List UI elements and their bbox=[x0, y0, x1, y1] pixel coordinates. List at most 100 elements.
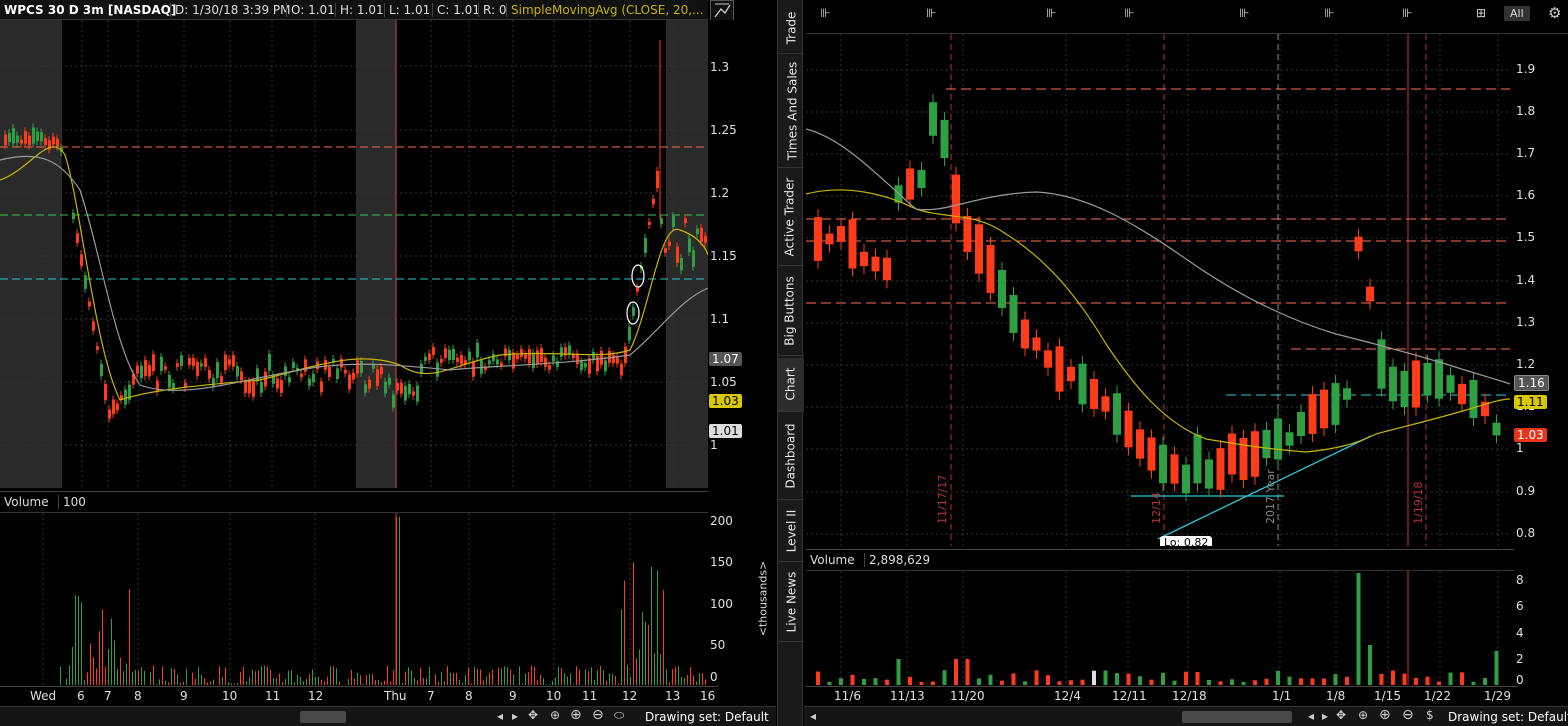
volume-bar bbox=[141, 667, 142, 685]
volume-bar bbox=[282, 681, 283, 685]
right-price-axis[interactable]: 1.9 1.8 1.7 1.6 1.5 1.4 1.3 1.2 1.1 1 0.… bbox=[1510, 34, 1568, 546]
volume-bar bbox=[459, 679, 460, 685]
volume-bar bbox=[1483, 678, 1487, 685]
volume-bar bbox=[447, 666, 448, 685]
tab-big-buttons[interactable]: Big Buttons bbox=[778, 268, 804, 356]
price-candle bbox=[348, 374, 351, 390]
price-candle bbox=[883, 257, 891, 281]
volume-bar bbox=[862, 678, 866, 685]
volume-bar bbox=[1322, 678, 1326, 685]
price-candle bbox=[412, 391, 415, 396]
right-time-axis[interactable]: 11/6 11/13 11/20 12/4 12/11 12/18 1/1 1/… bbox=[806, 686, 1518, 706]
volume-bar bbox=[87, 672, 88, 685]
price-type-icon[interactable]: $ bbox=[1426, 708, 1434, 722]
price-candle bbox=[692, 250, 695, 267]
price-candle bbox=[36, 131, 39, 141]
time-tick: 1/8 bbox=[1326, 689, 1346, 703]
volume-bar bbox=[309, 674, 310, 685]
scroll-left-icon[interactable]: ◂ bbox=[810, 709, 816, 723]
left-time-axis[interactable]: Wed 6 7 8 9 10 11 12 Thu 7 8 9 10 11 12 … bbox=[0, 686, 718, 706]
volume-bar bbox=[468, 667, 469, 685]
price-tick: 1.8 bbox=[1516, 104, 1536, 118]
price-candle bbox=[180, 355, 183, 366]
volume-tick: 0 bbox=[710, 670, 718, 684]
zoom-out-icon[interactable]: ⊖ bbox=[592, 707, 604, 723]
zoom-in-icon[interactable]: ⊕ bbox=[570, 707, 582, 723]
scroll-left-icon[interactable]: ◂ bbox=[497, 709, 503, 723]
volume-bar bbox=[414, 678, 415, 685]
zoom-in-icon[interactable]: ⊕ bbox=[1379, 707, 1391, 723]
zoom-out-icon[interactable]: ⊖ bbox=[1402, 707, 1414, 723]
price-candle bbox=[684, 218, 687, 224]
right-volume-plot[interactable] bbox=[806, 571, 1510, 685]
zoom-box-icon[interactable]: ⬭ bbox=[614, 708, 624, 723]
left-volume-plot[interactable] bbox=[0, 513, 708, 685]
crosshair-icon[interactable]: ⊕ bbox=[550, 708, 560, 722]
price-candle bbox=[1331, 383, 1340, 425]
volume-bar bbox=[84, 680, 85, 685]
drawing-set-label[interactable]: Drawing set: Default bbox=[645, 710, 769, 724]
tab-dashboard-label: Dashboard bbox=[783, 422, 798, 489]
earnings-icon[interactable]: ⊪ bbox=[820, 6, 830, 20]
scroll-right-icon[interactable]: ▸ bbox=[512, 709, 518, 723]
tab-dashboard[interactable]: Dashboard bbox=[778, 414, 804, 500]
time-tick: 8 bbox=[465, 689, 473, 703]
symbol-label[interactable]: WPCS 30 D 3m [NASDAQ] bbox=[4, 3, 176, 17]
volume-bar bbox=[306, 679, 307, 685]
all-button[interactable]: All bbox=[1504, 6, 1530, 21]
volume-bar bbox=[72, 647, 73, 685]
price-candle bbox=[1469, 380, 1478, 418]
volume-bar bbox=[399, 517, 400, 685]
date-label-1-19: 1/19/18 bbox=[1412, 482, 1425, 524]
price-candle bbox=[1274, 418, 1282, 460]
tab-active-trader[interactable]: Active Trader bbox=[778, 170, 804, 266]
price-candle bbox=[200, 363, 203, 367]
volume-bar bbox=[696, 681, 697, 685]
price-candle bbox=[364, 384, 367, 393]
earnings-icon[interactable]: ⊪ bbox=[1124, 6, 1134, 20]
horizontal-scrollbar[interactable] bbox=[1182, 711, 1292, 723]
price-candle bbox=[324, 360, 327, 370]
volume-bar bbox=[1437, 681, 1441, 685]
price-candle bbox=[940, 119, 949, 159]
horizontal-scrollbar[interactable] bbox=[300, 711, 346, 723]
volume-bar bbox=[168, 682, 169, 685]
price-badge-gray: 1.16 bbox=[1514, 375, 1549, 391]
gear-icon[interactable]: ⚙ bbox=[1548, 4, 1561, 22]
volume-bar bbox=[429, 666, 430, 685]
price-candle bbox=[540, 348, 543, 362]
pan-icon[interactable]: ✥ bbox=[1336, 708, 1346, 722]
earnings-icon[interactable]: ⊪ bbox=[1402, 6, 1412, 20]
volume-bar bbox=[159, 679, 160, 685]
left-price-axis[interactable]: 1.3 1.25 1.2 1.15 1.1 1.05 1 1.07 1.03 1… bbox=[708, 20, 776, 488]
price-candle bbox=[608, 350, 611, 363]
volume-bar bbox=[561, 668, 562, 685]
volume-unit-text: <thousands> bbox=[756, 560, 770, 637]
earnings-icon[interactable]: ⊪ bbox=[1046, 6, 1056, 20]
study-label[interactable]: SimpleMovingAvg (CLOSE, 20,... bbox=[506, 3, 704, 17]
scroll-right-icon[interactable]: ▸ bbox=[1322, 709, 1328, 723]
earnings-icon[interactable]: ⊪ bbox=[1239, 6, 1249, 20]
drawing-set-label[interactable]: Drawing set: Default bbox=[1448, 710, 1568, 724]
right-price-plot[interactable]: 11/17/17 12/14 2017 Year 1/19/18 bbox=[806, 34, 1510, 546]
tab-chart-label: Chart bbox=[783, 367, 798, 400]
scroll-left-icon[interactable]: ◂ bbox=[1308, 709, 1314, 723]
earnings-icon[interactable]: ⊪ bbox=[926, 6, 936, 20]
grid-layout-icon[interactable]: ⊞ bbox=[1476, 6, 1486, 20]
date-readout: D: 1/30/18 3:39 PM bbox=[170, 3, 291, 17]
volume-bar bbox=[681, 676, 682, 685]
tab-live-news[interactable]: Live News bbox=[778, 564, 804, 642]
pan-icon[interactable]: ✥ bbox=[528, 708, 538, 722]
volume-bar bbox=[1092, 670, 1096, 685]
volume-unit-label: <thousands> bbox=[755, 560, 775, 640]
tab-level-ii[interactable]: Level II bbox=[778, 502, 804, 562]
earnings-icon[interactable]: ⊪ bbox=[1324, 6, 1334, 20]
left-price-plot[interactable] bbox=[0, 20, 708, 488]
crosshair-icon[interactable]: ⊕ bbox=[1358, 708, 1368, 722]
price-candle bbox=[204, 358, 207, 367]
drawing-tool-icon[interactable] bbox=[710, 0, 734, 22]
volume-bar bbox=[426, 678, 427, 685]
tab-times-and-sales[interactable]: Times And Sales bbox=[778, 56, 804, 168]
tab-chart[interactable]: Chart bbox=[778, 358, 804, 412]
tab-trade[interactable]: Trade bbox=[778, 4, 804, 54]
